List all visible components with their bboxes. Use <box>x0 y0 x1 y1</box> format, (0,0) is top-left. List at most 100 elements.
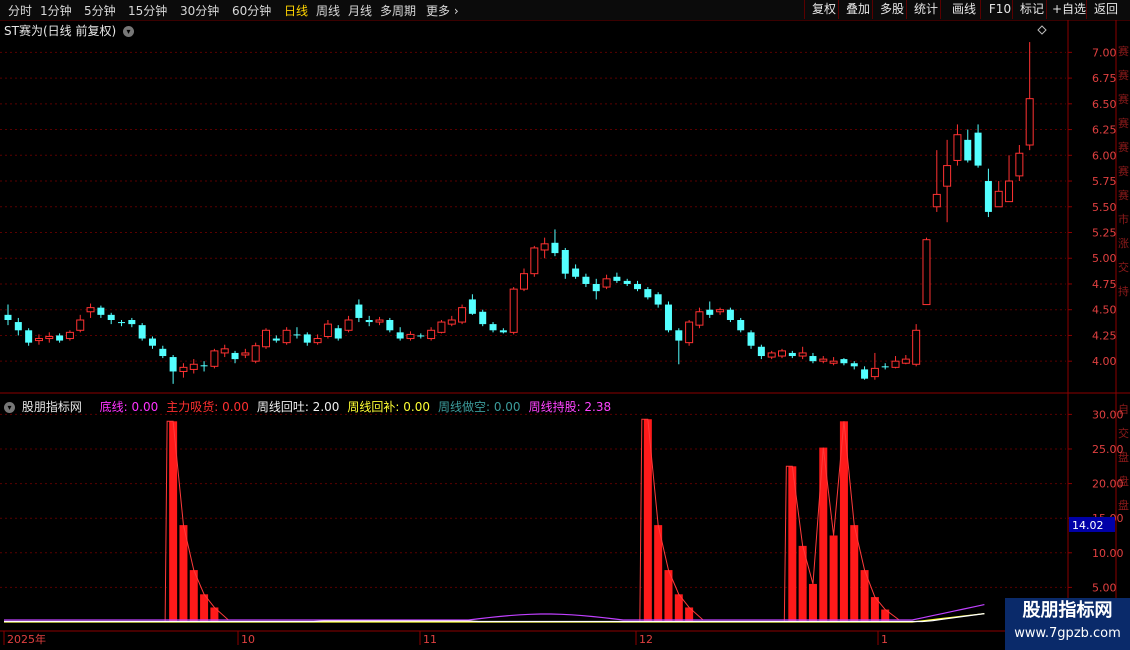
candle-body <box>282 329 291 344</box>
candle-body <box>138 325 146 339</box>
candle-body <box>427 329 436 340</box>
candle-body <box>210 350 219 367</box>
candle-body <box>602 278 611 288</box>
indicator-bar <box>829 535 838 622</box>
y-tick-label: 4.00 <box>1092 355 1117 368</box>
candle-body <box>25 330 33 343</box>
y-tick-label: 6.50 <box>1092 98 1117 111</box>
candle-body <box>34 338 43 342</box>
candle-body <box>1005 180 1014 203</box>
candle-body <box>530 247 539 275</box>
candle-body <box>819 358 828 362</box>
candle-body <box>323 323 332 337</box>
candle-body <box>417 335 425 337</box>
candle-body <box>706 309 714 315</box>
candle-body <box>14 322 22 331</box>
watermark-title: 股朋指标网 <box>1022 600 1113 621</box>
candle-body <box>386 320 394 331</box>
candle-body <box>313 338 322 344</box>
indicator-bar <box>808 583 817 622</box>
candle-body <box>159 348 167 357</box>
candle-body <box>922 239 931 306</box>
candle-body <box>272 338 280 341</box>
candle-body <box>4 314 12 320</box>
candle-body <box>654 294 662 305</box>
y-tick-label: 6.00 <box>1092 149 1117 162</box>
y-tick-label: 10.00 <box>1092 547 1124 560</box>
candle-body <box>778 350 786 357</box>
candle-body <box>861 369 869 379</box>
candle-body <box>685 321 694 344</box>
candle-body <box>479 311 487 325</box>
candle-body <box>953 134 962 161</box>
candle-body <box>365 320 373 323</box>
candle-body <box>1025 98 1034 146</box>
candle-body <box>891 360 900 368</box>
candle-body <box>809 356 817 362</box>
candle-body <box>798 352 807 357</box>
candle-body <box>582 276 590 284</box>
candle-body <box>592 283 600 292</box>
candle-body <box>447 319 456 325</box>
candle-body <box>375 319 384 323</box>
watermark-logo: 股朋指标网 www.7gpzb.com <box>1005 598 1130 650</box>
candle-body <box>737 320 745 331</box>
candle-body <box>726 309 734 320</box>
y-tick-label: 7.00 <box>1092 46 1117 59</box>
candle-body <box>788 352 796 357</box>
candle-body <box>870 367 879 378</box>
candle-body <box>97 307 105 315</box>
y-tick-label: 6.75 <box>1092 72 1117 85</box>
candle-body <box>1015 152 1024 177</box>
candle-body <box>344 319 353 331</box>
y-tick-label: 20.00 <box>1092 478 1124 491</box>
candle-body <box>499 330 507 333</box>
candle-body <box>231 352 239 360</box>
candle-body <box>644 289 652 298</box>
candle-body <box>767 352 776 358</box>
candle-body <box>355 304 363 318</box>
candle-body <box>840 359 848 364</box>
date-label: 10 <box>241 633 255 646</box>
candle-body <box>65 331 74 340</box>
candle-body <box>241 352 250 356</box>
current-value-label: 14.02 <box>1072 519 1104 532</box>
indicator-bar <box>654 525 663 622</box>
diamond-icon <box>1037 25 1047 35</box>
candle-body <box>943 165 952 187</box>
candle-body <box>540 243 549 251</box>
indicator-bar <box>850 525 859 622</box>
candle-body <box>613 276 621 281</box>
date-label: 1 <box>881 633 888 646</box>
candle-body <box>169 357 177 372</box>
candle-body <box>189 363 198 370</box>
y-tick-label: 4.50 <box>1092 304 1117 317</box>
y-tick-label: 5.00 <box>1092 252 1117 265</box>
candle-body <box>623 280 631 284</box>
candle-body <box>829 360 838 364</box>
candle-body <box>468 299 476 314</box>
y-tick-label: 4.25 <box>1092 329 1117 342</box>
candle-body <box>850 363 858 367</box>
y-tick-label: 6.25 <box>1092 124 1117 137</box>
candle-body <box>303 334 311 343</box>
chart-canvas: 7.00 6.75 6.50 6.25 6.00 5.75 5.50 5.25 5.00 4.75… <box>0 20 1130 650</box>
candle-body <box>148 338 156 346</box>
candle-body <box>86 307 95 313</box>
date-label: 11 <box>423 633 437 646</box>
candle-body <box>881 366 889 368</box>
y-tick-label: 4.75 <box>1092 278 1117 291</box>
y-tick-label: 5.00 <box>1092 581 1117 594</box>
candle-body <box>45 335 54 340</box>
candle-body <box>520 273 528 290</box>
candle-body <box>128 320 136 325</box>
candle-body <box>262 329 270 348</box>
candle-body <box>107 314 115 320</box>
y-tick-label: 5.25 <box>1092 227 1117 240</box>
candle-body <box>912 329 921 365</box>
candle-body <box>572 268 580 277</box>
candle-body <box>974 132 982 166</box>
candle-body <box>458 307 467 323</box>
candle-body <box>437 321 446 333</box>
candle-body <box>561 250 569 274</box>
